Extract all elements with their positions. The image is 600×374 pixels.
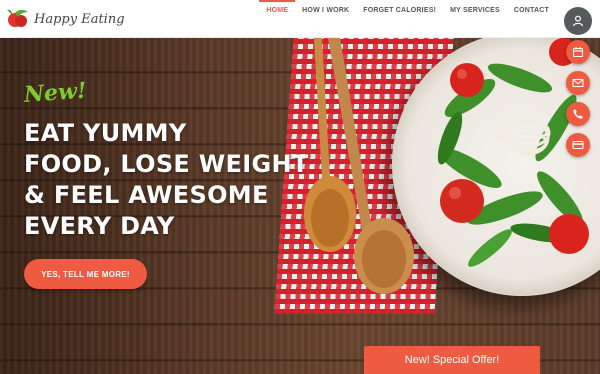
nav-item-forget-calories[interactable]: FORGET CALORIES! [356, 0, 443, 38]
special-offer-button[interactable]: New! Special Offer! [364, 346, 540, 374]
email-button[interactable] [566, 71, 590, 95]
headline-line: & FEEL AWESOME [24, 181, 269, 209]
phone-icon [573, 109, 583, 119]
user-icon [573, 15, 583, 27]
brand-name: Happy Eating [34, 11, 125, 27]
main-nav: HOME HOW I WORK FORGET CALORIES! MY SERV… [259, 0, 556, 38]
floating-contact-actions [566, 40, 590, 157]
credit-card-icon [572, 140, 584, 150]
nav-item-my-services[interactable]: MY SERVICES [443, 0, 507, 38]
nav-item-home[interactable]: HOME [259, 0, 296, 38]
noodle-topping [490, 117, 551, 156]
nav-item-how-i-work[interactable]: HOW I WORK [295, 0, 356, 38]
phone-button[interactable] [566, 102, 590, 126]
tomato-logo-icon [7, 9, 28, 27]
nav-item-contact[interactable]: CONTACT [507, 0, 556, 38]
headline-line: EAT YUMMY [24, 119, 187, 147]
headline-line: FOOD, LOSE WEIGHT [24, 150, 309, 178]
calendar-icon [572, 47, 584, 58]
hero-copy: New! EAT YUMMY FOOD, LOSE WEIGHT & FEEL … [23, 78, 324, 242]
brand-logo[interactable]: Happy Eating [6, 7, 125, 31]
envelope-icon [572, 78, 584, 88]
payment-button[interactable] [566, 133, 590, 157]
headline-line: EVERY DAY [24, 212, 175, 240]
tell-me-more-button[interactable]: YES, TELL ME MORE! [24, 259, 147, 289]
site-header: Happy Eating HOME HOW I WORK FORGET CALO… [0, 0, 600, 38]
hero-headline: EAT YUMMY FOOD, LOSE WEIGHT & FEEL AWESO… [24, 118, 324, 242]
calendar-button[interactable] [566, 40, 590, 64]
wooden-spoon [328, 38, 414, 294]
hero-section: New! EAT YUMMY FOOD, LOSE WEIGHT & FEEL … [0, 38, 600, 374]
user-account-button[interactable] [564, 7, 592, 35]
